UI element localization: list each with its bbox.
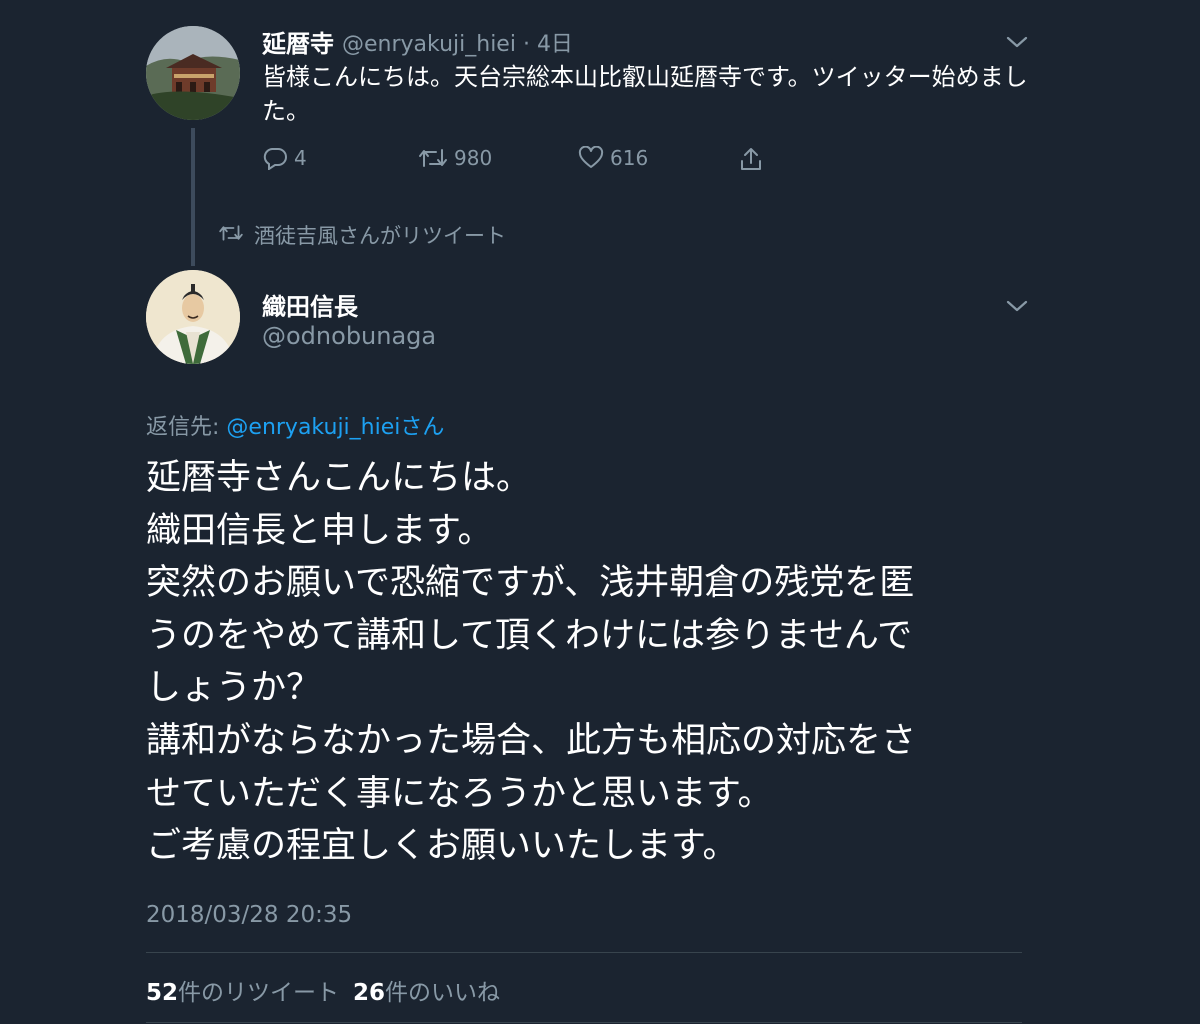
reply-button[interactable]: 4 xyxy=(262,146,307,170)
share-icon xyxy=(738,146,764,172)
retweets-stat-count: 52 xyxy=(146,980,179,1006)
tweet-stats: 52件のリツイート 26件のいいね xyxy=(146,973,500,1007)
retweeted-by-indicator[interactable]: 酒徒吉風さんがリツイート xyxy=(218,220,506,250)
tweet-timestamp[interactable]: 2018/03/28 20:35 xyxy=(146,902,352,928)
retweet-icon xyxy=(218,223,244,248)
tweet-line: ご考慮の程宜しくお願いいたします。 xyxy=(146,826,738,867)
tweet-line: 織田信長と申します。 xyxy=(146,510,493,551)
divider xyxy=(146,1022,1022,1023)
likes-stat[interactable]: 26件のいいね xyxy=(353,973,500,1007)
retweet-count: 980 xyxy=(454,146,493,170)
like-button[interactable]: 616 xyxy=(578,146,648,170)
tweet-line: せていただく事になろうかと思います。 xyxy=(146,773,773,814)
replying-to-mention-link[interactable]: @enryakuji_hieiさん xyxy=(226,415,444,440)
thread-connector-line xyxy=(191,128,195,266)
main-handle[interactable]: @odnobunaga xyxy=(262,322,436,350)
reply-count: 4 xyxy=(294,146,307,170)
tweet-line: 講和がならなかった場合、此方も相応の対応をさ xyxy=(146,720,917,761)
retweets-stat[interactable]: 52件のリツイート xyxy=(146,973,339,1007)
replying-to: 返信先: @enryakuji_hieiさん xyxy=(146,409,444,441)
retweet-icon xyxy=(418,146,448,170)
parent-tweet-text: 皆様こんにちは。天台宗総本山比叡山延暦寺です。ツイッター始めました。 xyxy=(262,63,1028,125)
parent-handle-time[interactable]: @enryakuji_hiei · 4日 xyxy=(342,26,573,58)
main-display-name[interactable]: 織田信長 xyxy=(262,287,358,322)
share-button[interactable] xyxy=(738,146,764,172)
tweet-line: 突然のお願いで恐縮ですが、浅井朝倉の残党を匿 xyxy=(146,563,915,604)
heart-icon xyxy=(578,146,604,170)
tweet-line: しょうか？ xyxy=(146,668,322,709)
likes-stat-count: 26 xyxy=(353,980,386,1006)
retweets-stat-label: 件のリツイート xyxy=(178,980,340,1006)
parent-avatar[interactable] xyxy=(146,26,240,120)
reply-icon xyxy=(262,146,288,170)
divider xyxy=(146,952,1022,953)
main-tweet-text: 延暦寺さんこんにちは。 織田信長と申します。 突然のお願いで恐縮ですが、浅井朝倉… xyxy=(146,452,1046,873)
retweeted-by-label: 酒徒吉風さんがリツイート xyxy=(254,224,506,248)
retweet-button[interactable]: 980 xyxy=(418,146,492,170)
replying-to-label: 返信先: xyxy=(146,415,227,440)
likes-stat-label: 件のいいね xyxy=(385,980,501,1006)
tweet-line: 延暦寺さんこんにちは。 xyxy=(146,458,532,498)
parent-display-name[interactable]: 延暦寺 xyxy=(262,24,334,59)
main-avatar[interactable] xyxy=(146,270,240,364)
like-count: 616 xyxy=(610,146,649,170)
chevron-down-icon[interactable] xyxy=(1006,34,1028,48)
tweet-line: うのをやめて講和して頂くわけには参りませんで xyxy=(146,615,913,656)
chevron-down-icon[interactable] xyxy=(1006,298,1028,312)
